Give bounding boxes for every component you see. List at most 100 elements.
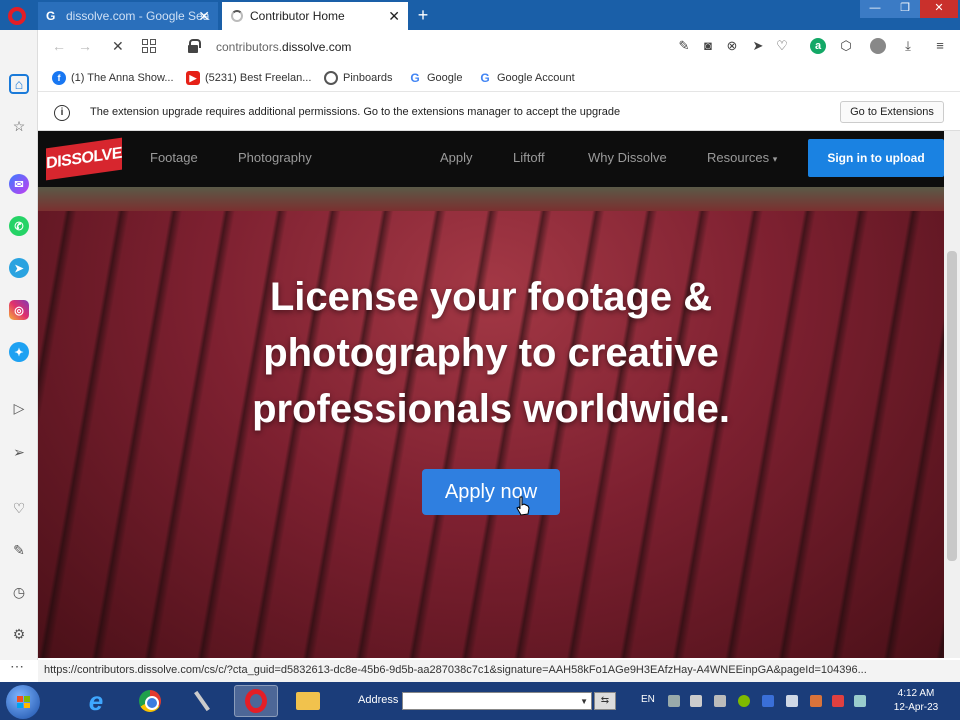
windows-logo-icon (17, 696, 30, 708)
language-indicator[interactable]: EN (641, 694, 655, 705)
new-tab-button[interactable]: + (414, 3, 432, 27)
chevron-down-icon[interactable]: ▼ (580, 693, 588, 711)
windows-taskbar: e Address ▼ ⇆ EN 4:12 AM 12-Apr-23 (0, 682, 960, 720)
hand-cursor-icon (516, 496, 530, 516)
tab-contributor-home[interactable]: Contributor Home ✕ (222, 2, 408, 30)
close-tab-icon[interactable]: ✕ (388, 2, 400, 30)
menu-icon[interactable]: ≡ (932, 38, 948, 54)
heart-icon[interactable]: ♡ (9, 498, 29, 518)
youtube-icon: ▶ (186, 71, 200, 85)
tab-google-search[interactable]: G dissolve.com - Google Sea ✕ (38, 2, 218, 30)
stop-loading-icon[interactable]: ✕ (112, 38, 124, 55)
google-icon: G (410, 71, 420, 85)
system-clock[interactable]: 4:12 AM 12-Apr-23 (880, 687, 952, 715)
bookmarks-bar: f (1) The Anna Show... ▶ (5231) Best Fre… (38, 64, 960, 92)
cube-icon[interactable]: ⬡ (838, 38, 854, 54)
instagram-icon[interactable]: ◎ (9, 300, 29, 320)
tray-red-icon[interactable] (832, 695, 844, 707)
taskbar-address-label: Address (358, 694, 399, 706)
opera-taskbar-icon[interactable] (234, 685, 278, 717)
camera-icon[interactable]: ◙ (700, 38, 716, 54)
nav-liftoff[interactable]: Liftoff (513, 150, 545, 165)
telegram-icon[interactable]: ➤ (9, 258, 29, 278)
bookmark-anna-show[interactable]: f (1) The Anna Show... (52, 71, 174, 85)
edit-icon[interactable]: ✎ (9, 540, 29, 560)
send-icon[interactable]: ➤ (750, 38, 766, 54)
heart-icon[interactable]: ♡ (774, 38, 790, 54)
volume-icon[interactable] (714, 695, 726, 707)
whatsapp-icon[interactable]: ✆ (9, 216, 29, 236)
clock-time: 4:12 AM (897, 688, 935, 699)
forward-arrow-icon[interactable]: → (78, 38, 92, 54)
web-page: DISSOLVE Footage Photography Apply Lifto… (38, 131, 944, 658)
apply-now-button[interactable]: Apply now (422, 469, 560, 515)
tulip-field-horizon (38, 187, 944, 211)
start-button[interactable] (6, 685, 40, 719)
chrome-icon[interactable] (128, 685, 172, 717)
file-explorer-icon[interactable] (286, 685, 330, 717)
tray-display-icon[interactable] (854, 695, 866, 707)
tray-help-icon[interactable] (668, 695, 680, 707)
download-icon[interactable]: ⤓ (900, 38, 916, 54)
adblock-icon[interactable]: ⊗ (724, 38, 740, 54)
hero-headline: License your footage & photography to cr… (188, 269, 794, 437)
hero-line: photography to creative (263, 331, 719, 375)
close-tab-icon[interactable]: ✕ (198, 2, 210, 30)
profile-avatar-icon[interactable] (870, 38, 886, 54)
home-icon[interactable]: ⌂ (9, 74, 29, 94)
sign-in-button[interactable]: Sign in to upload (808, 139, 944, 177)
notification-text: The extension upgrade requires additiona… (90, 106, 621, 118)
twitter-icon[interactable]: ✦ (9, 342, 29, 362)
chevron-down-icon: ▾ (772, 154, 778, 164)
settings-gear-icon[interactable]: ⚙ (9, 624, 29, 644)
lock-icon[interactable] (188, 39, 201, 53)
nav-apply[interactable]: Apply (440, 150, 473, 165)
url-field[interactable]: contributors.dissolve.com (216, 40, 351, 54)
hero-line: professionals worldwide. (252, 387, 730, 431)
maximize-button[interactable]: ❐ (890, 0, 920, 18)
minimize-button[interactable]: — (860, 0, 890, 18)
facebook-icon: f (52, 71, 66, 85)
go-to-extensions-button[interactable]: Go to Extensions (840, 101, 944, 123)
star-icon[interactable]: ☆ (9, 116, 29, 136)
tab-label: dissolve.com - Google Sea (66, 9, 210, 23)
scroll-thumb[interactable] (947, 251, 957, 561)
tabs-grid-icon[interactable] (142, 39, 156, 53)
bookmark-best-freelance[interactable]: ▶ (5231) Best Freelan... (186, 71, 311, 85)
back-arrow-icon[interactable]: ← (52, 38, 66, 54)
tray-blue-icon[interactable] (762, 695, 774, 707)
send-icon[interactable]: ➢ (9, 442, 29, 462)
history-icon[interactable]: ◷ (9, 582, 29, 602)
player-icon[interactable]: ▷ (9, 398, 29, 418)
tray-window-icon[interactable] (786, 695, 798, 707)
pen-tool-icon[interactable] (180, 685, 224, 717)
nav-photography[interactable]: Photography (238, 150, 312, 165)
messenger-icon[interactable]: ✉ (9, 174, 29, 194)
bookmark-google-account[interactable]: G Google Account (478, 71, 574, 85)
internet-explorer-icon[interactable]: e (74, 685, 118, 717)
bookmark-pinboards[interactable]: Pinboards (324, 71, 393, 85)
tab-bar: G dissolve.com - Google Sea ✕ Contributo… (0, 0, 960, 30)
more-icon[interactable]: ⋯ (10, 658, 24, 675)
info-icon: i (54, 105, 70, 121)
nav-why-dissolve[interactable]: Why Dissolve (588, 150, 667, 165)
extension-notification: i The extension upgrade requires additio… (38, 93, 960, 131)
tab-label: Contributor Home (250, 9, 345, 23)
hero-line: License your footage & (269, 275, 713, 319)
opera-menu-icon[interactable] (8, 7, 26, 25)
go-button[interactable]: ⇆ (594, 692, 616, 710)
close-window-button[interactable]: ✕ (920, 0, 958, 18)
edit-icon[interactable]: ✎ (676, 38, 692, 54)
tray-green-icon[interactable] (738, 695, 750, 707)
page-scrollbar[interactable] (944, 131, 960, 658)
taskbar-address-input[interactable]: ▼ (402, 692, 592, 710)
tray-network-icon[interactable] (690, 695, 702, 707)
dissolve-logo[interactable]: DISSOLVE (46, 137, 122, 181)
tray-orange-icon[interactable] (810, 695, 822, 707)
bookmark-google[interactable]: G Google (408, 71, 462, 85)
nav-footage[interactable]: Footage (150, 150, 198, 165)
status-url: https://contributors.dissolve.com/cs/c/?… (38, 660, 960, 682)
loading-spinner-icon (231, 10, 243, 22)
extension-a-icon[interactable]: a (810, 38, 826, 54)
nav-resources[interactable]: Resources ▾ (707, 150, 777, 165)
